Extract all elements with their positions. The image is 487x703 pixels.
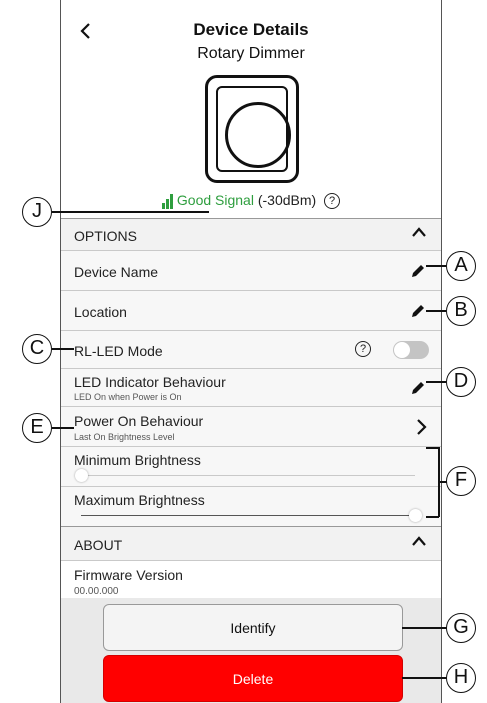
callout-a: A xyxy=(446,251,476,281)
callout-d-leader xyxy=(426,381,446,383)
rl-led-mode-toggle[interactable] xyxy=(393,341,429,359)
callout-j-leader xyxy=(52,211,209,213)
signal-bars-icon xyxy=(161,193,174,210)
callout-e: E xyxy=(22,413,52,443)
callout-e-leader xyxy=(52,427,74,429)
device-image xyxy=(205,75,299,183)
chevron-up-icon[interactable] xyxy=(411,225,427,242)
page-subtitle: Rotary Dimmer xyxy=(197,45,305,62)
signal-help-icon[interactable]: ? xyxy=(324,193,341,210)
callout-j: J xyxy=(22,197,52,227)
options-header-label: OPTIONS xyxy=(74,228,138,244)
callout-f: F xyxy=(446,466,476,496)
minimum-brightness-row: Minimum Brightness xyxy=(61,446,441,486)
minimum-brightness-label: Minimum Brightness xyxy=(74,452,201,468)
callout-g-leader xyxy=(402,627,448,629)
maximum-brightness-row: Maximum Brightness xyxy=(61,486,441,526)
firmware-version-row: Firmware Version 00.00.000 xyxy=(61,560,441,600)
callout-b: B xyxy=(446,296,476,326)
callout-d: D xyxy=(446,367,476,397)
device-plate xyxy=(216,86,291,172)
about-header-label: ABOUT xyxy=(74,537,123,553)
identify-button[interactable]: Identify xyxy=(103,604,403,651)
delete-button[interactable]: Delete xyxy=(103,655,403,702)
power-on-value: Last On Brightness Level xyxy=(74,432,175,442)
signal-status-text: Good Signal xyxy=(176,192,254,208)
maximum-brightness-track[interactable] xyxy=(81,515,415,516)
led-indicator-value: LED On when Power is On xyxy=(74,392,182,402)
callout-h: H xyxy=(446,663,476,693)
chevron-up-icon[interactable] xyxy=(411,534,427,551)
rl-led-help-icon[interactable]: ? xyxy=(355,341,371,357)
maximum-brightness-slider[interactable] xyxy=(408,509,422,522)
rl-led-mode-row: RL-LED Mode ? xyxy=(61,330,441,368)
pencil-icon[interactable] xyxy=(409,302,427,323)
rl-led-mode-label: RL-LED Mode xyxy=(74,343,163,359)
minimum-brightness-track[interactable] xyxy=(81,475,415,476)
callout-c: C xyxy=(22,334,52,364)
led-indicator-row[interactable]: LED Indicator Behaviour LED On when Powe… xyxy=(61,368,441,406)
power-on-label: Power On Behaviour xyxy=(74,413,204,429)
callout-h-leader xyxy=(402,677,448,679)
device-name-row[interactable]: Device Name xyxy=(61,250,441,290)
callout-f-bracket-bottom xyxy=(426,516,439,518)
led-indicator-label: LED Indicator Behaviour xyxy=(74,374,226,390)
minimum-brightness-slider[interactable] xyxy=(74,469,88,482)
page-title: Device Details xyxy=(193,20,309,39)
firmware-version-value: 00.00.000 xyxy=(74,586,119,597)
about-section-header[interactable]: ABOUT xyxy=(61,526,441,560)
signal-status: Good Signal (-30dBm) ? xyxy=(61,192,441,210)
firmware-version-label: Firmware Version xyxy=(74,567,183,583)
callout-c-leader xyxy=(52,348,74,350)
chevron-right-icon[interactable] xyxy=(415,418,427,439)
pencil-icon[interactable] xyxy=(409,262,427,283)
callout-f-bracket-top xyxy=(426,447,439,449)
power-on-behaviour-row[interactable]: Power On Behaviour Last On Brightness Le… xyxy=(61,406,441,446)
callout-b-leader xyxy=(426,310,446,312)
maximum-brightness-label: Maximum Brightness xyxy=(74,492,205,508)
toggle-knob xyxy=(394,342,410,358)
options-section-header[interactable]: OPTIONS xyxy=(61,218,441,250)
signal-strength: (-30dBm) xyxy=(257,192,317,208)
rotary-knob xyxy=(225,102,291,168)
location-row[interactable]: Location xyxy=(61,290,441,330)
location-label: Location xyxy=(74,304,127,320)
callout-a-leader xyxy=(426,265,446,267)
device-name-label: Device Name xyxy=(74,264,159,280)
callout-g: G xyxy=(446,613,476,643)
phone-screen: Device Details Rotary Dimmer Good Signal… xyxy=(60,0,442,703)
pencil-icon[interactable] xyxy=(409,379,427,400)
